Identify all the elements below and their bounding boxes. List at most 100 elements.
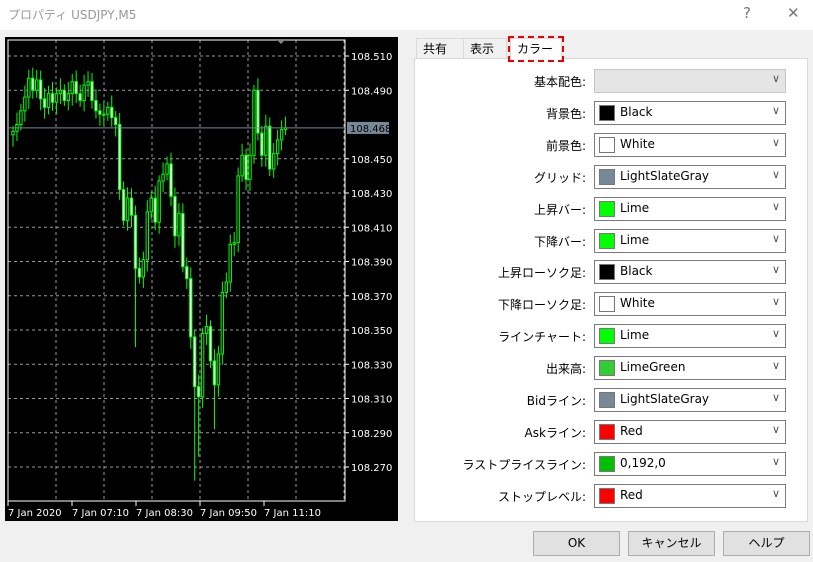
color-row-label: Bidライン: — [526, 394, 586, 408]
color-swatch — [599, 455, 615, 472]
chevron-down-icon: ∨ — [771, 231, 780, 245]
color-swatch — [599, 487, 615, 504]
color-swatch — [599, 136, 615, 153]
color-row-label: ラインチャート: — [498, 330, 586, 345]
candle-body — [216, 353, 221, 386]
chevron-down-icon: ∨ — [771, 327, 780, 341]
color-row-label: 背景色: — [545, 106, 586, 121]
ok-button[interactable]: OK — [533, 531, 620, 556]
candle-body — [275, 139, 280, 155]
bid-price-label: 108.468 — [350, 124, 391, 135]
color-swatch — [599, 200, 615, 217]
candle-body — [110, 106, 114, 119]
candle-body — [90, 81, 94, 102]
candle-body — [153, 197, 157, 223]
color-row-label: ラストプライスライン: — [462, 457, 586, 472]
tab-display[interactable]: 表示 — [463, 38, 507, 59]
candle-body — [157, 180, 161, 223]
chevron-down-icon: ∨ — [771, 295, 780, 309]
chevron-down-icon: ∨ — [771, 486, 780, 500]
color-select[interactable]: LightSlateGray ∨ — [594, 164, 786, 189]
candle-body — [240, 154, 244, 177]
candle-body — [224, 281, 229, 293]
color-row-label: 出来高: — [545, 362, 586, 377]
color-swatch — [599, 104, 615, 121]
color-select[interactable]: White ∨ — [594, 132, 786, 157]
candle-body — [177, 213, 181, 237]
color-row-label: 上昇バー: — [533, 202, 586, 217]
color-row-label: 基本配色: — [533, 75, 586, 89]
candle-body — [114, 117, 118, 126]
color-select[interactable]: 0,192,0 ∨ — [594, 451, 786, 476]
color-row: 下降バー: Lime ∨ — [415, 228, 807, 253]
color-select[interactable]: LimeGreen ∨ — [594, 356, 786, 381]
color-value: LightSlateGray — [620, 168, 710, 183]
color-row-label: 上昇ローソク足: — [497, 266, 586, 281]
candle-body — [228, 243, 232, 283]
color-select[interactable]: Red ∨ — [594, 483, 786, 508]
candle-body — [189, 278, 193, 338]
candle-body — [256, 89, 260, 134]
tab-colors[interactable]: カラー — [508, 36, 564, 62]
color-select[interactable]: Black ∨ — [594, 100, 786, 125]
color-select[interactable]: Lime ∨ — [594, 196, 786, 221]
candle-body — [173, 195, 177, 237]
tab-common[interactable]: 共有 — [416, 38, 464, 59]
color-row-label: 下降バー: — [533, 234, 586, 249]
candle-body — [248, 154, 252, 180]
color-select[interactable]: ∨ — [594, 69, 786, 93]
chart-preview: 108.510 108.490 108.450 108.430 108.410 108.3… — [5, 37, 398, 521]
candle-body — [125, 197, 130, 221]
x-tick-label: 7 Jan 11:10 — [264, 508, 321, 519]
color-select[interactable]: LightSlateGray ∨ — [594, 388, 786, 412]
candle-body — [35, 79, 39, 91]
candle-body — [23, 96, 27, 112]
color-value: Black — [620, 104, 653, 119]
candle-body — [58, 89, 63, 95]
candle-body — [232, 242, 236, 245]
candle-body — [145, 211, 150, 261]
candle-body — [82, 84, 86, 102]
help-button[interactable]: ヘルプ — [723, 531, 810, 556]
color-select[interactable]: Lime ∨ — [594, 228, 786, 253]
chevron-down-icon: ∨ — [771, 199, 780, 213]
color-swatch — [599, 392, 615, 408]
candle-body — [27, 77, 31, 98]
x-tick-label: 7 Jan 2020 — [8, 508, 62, 519]
color-row-label: 下降ローソク足: — [497, 298, 586, 313]
color-row: ストップレベル: Red ∨ — [415, 483, 807, 508]
candle-body — [264, 125, 268, 156]
color-row: ラストプライスライン: 0,192,0 ∨ — [415, 451, 807, 476]
chevron-down-icon: ∨ — [771, 359, 780, 373]
color-select[interactable]: Black ∨ — [594, 260, 786, 285]
color-row: ラインチャート: Lime ∨ — [415, 324, 807, 349]
y-tick-label: 108.370 — [351, 292, 392, 303]
candle-body — [260, 132, 264, 156]
color-select[interactable]: Red ∨ — [594, 419, 786, 444]
color-select[interactable]: Lime ∨ — [594, 324, 786, 349]
candle-body — [279, 129, 284, 141]
candle-body — [244, 154, 248, 180]
color-select[interactable]: White ∨ — [594, 292, 786, 317]
colors-panel: 基本配色: ∨ 背景色: Black ∨ 前景色: White ∨ グリッド: Lig… — [414, 58, 808, 522]
candle-body — [252, 89, 256, 156]
help-icon[interactable]: ? — [743, 4, 751, 22]
cancel-button[interactable]: キャンセル — [628, 531, 715, 556]
chevron-down-icon: ∨ — [771, 135, 780, 149]
color-row: 出来高: LimeGreen ∨ — [415, 356, 807, 381]
y-tick-label: 108.290 — [351, 429, 392, 440]
color-value: Lime — [620, 232, 650, 247]
title-bar: プロパティ USDJPY,M5 ? ✕ — [0, 0, 813, 30]
candle-body — [236, 175, 240, 244]
candle-body — [42, 98, 47, 108]
y-tick-label: 108.430 — [351, 189, 392, 200]
candle-body — [117, 124, 122, 191]
candle-body — [137, 267, 142, 278]
color-value: 0,192,0 — [620, 455, 666, 470]
y-tick-label: 108.310 — [351, 395, 392, 406]
chevron-down-icon: ∨ — [771, 72, 780, 85]
color-swatch — [599, 360, 615, 377]
color-row: Askライン: Red ∨ — [415, 419, 807, 444]
candle-body — [94, 100, 98, 112]
close-icon[interactable]: ✕ — [787, 4, 800, 22]
